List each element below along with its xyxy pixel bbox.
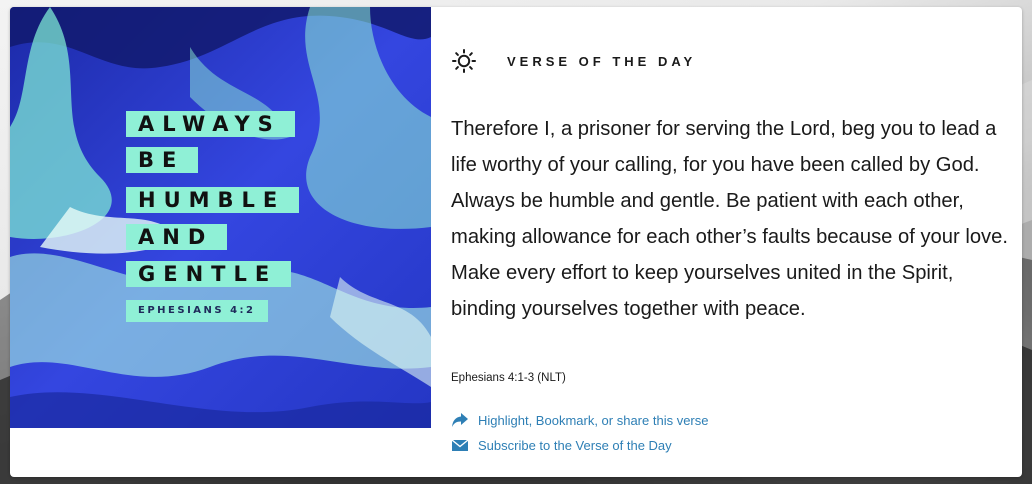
image-text-line-5: GENTLE — [126, 261, 292, 287]
verse-content: VERSE OF THE DAY Therefore I, a prisoner… — [451, 7, 1011, 477]
marble-texture-image — [10, 7, 431, 428]
section-header: VERSE OF THE DAY — [451, 49, 696, 73]
image-reference: EPHESIANS 4:2 — [126, 300, 268, 322]
share-arrow-icon — [451, 412, 469, 428]
image-text-line-2: BE — [126, 147, 199, 173]
verse-reference: Ephesians 4:1-3 (NLT) — [451, 372, 566, 384]
image-text-line-3: HUMBLE — [126, 187, 300, 213]
subscribe-label[interactable]: Subscribe to the Verse of the Day — [478, 438, 672, 453]
image-text-line-4: AND — [126, 224, 228, 250]
subscribe-link[interactable]: Subscribe to the Verse of the Day — [451, 437, 672, 453]
image-text-line-1: ALWAYS — [126, 111, 295, 137]
share-verse-label[interactable]: Highlight, Bookmark, or share this verse — [478, 413, 708, 428]
verse-text: Therefore I, a prisoner for serving the … — [451, 118, 1008, 320]
verse-of-the-day-card: ALWAYS BE HUMBLE AND GENTLE EPHESIANS 4:… — [10, 7, 1022, 477]
section-title: VERSE OF THE DAY — [507, 53, 697, 69]
share-verse-link[interactable]: Highlight, Bookmark, or share this verse — [451, 412, 708, 428]
verse-image[interactable]: ALWAYS BE HUMBLE AND GENTLE EPHESIANS 4:… — [10, 7, 431, 428]
sun-icon — [451, 48, 477, 74]
envelope-icon — [451, 437, 469, 453]
